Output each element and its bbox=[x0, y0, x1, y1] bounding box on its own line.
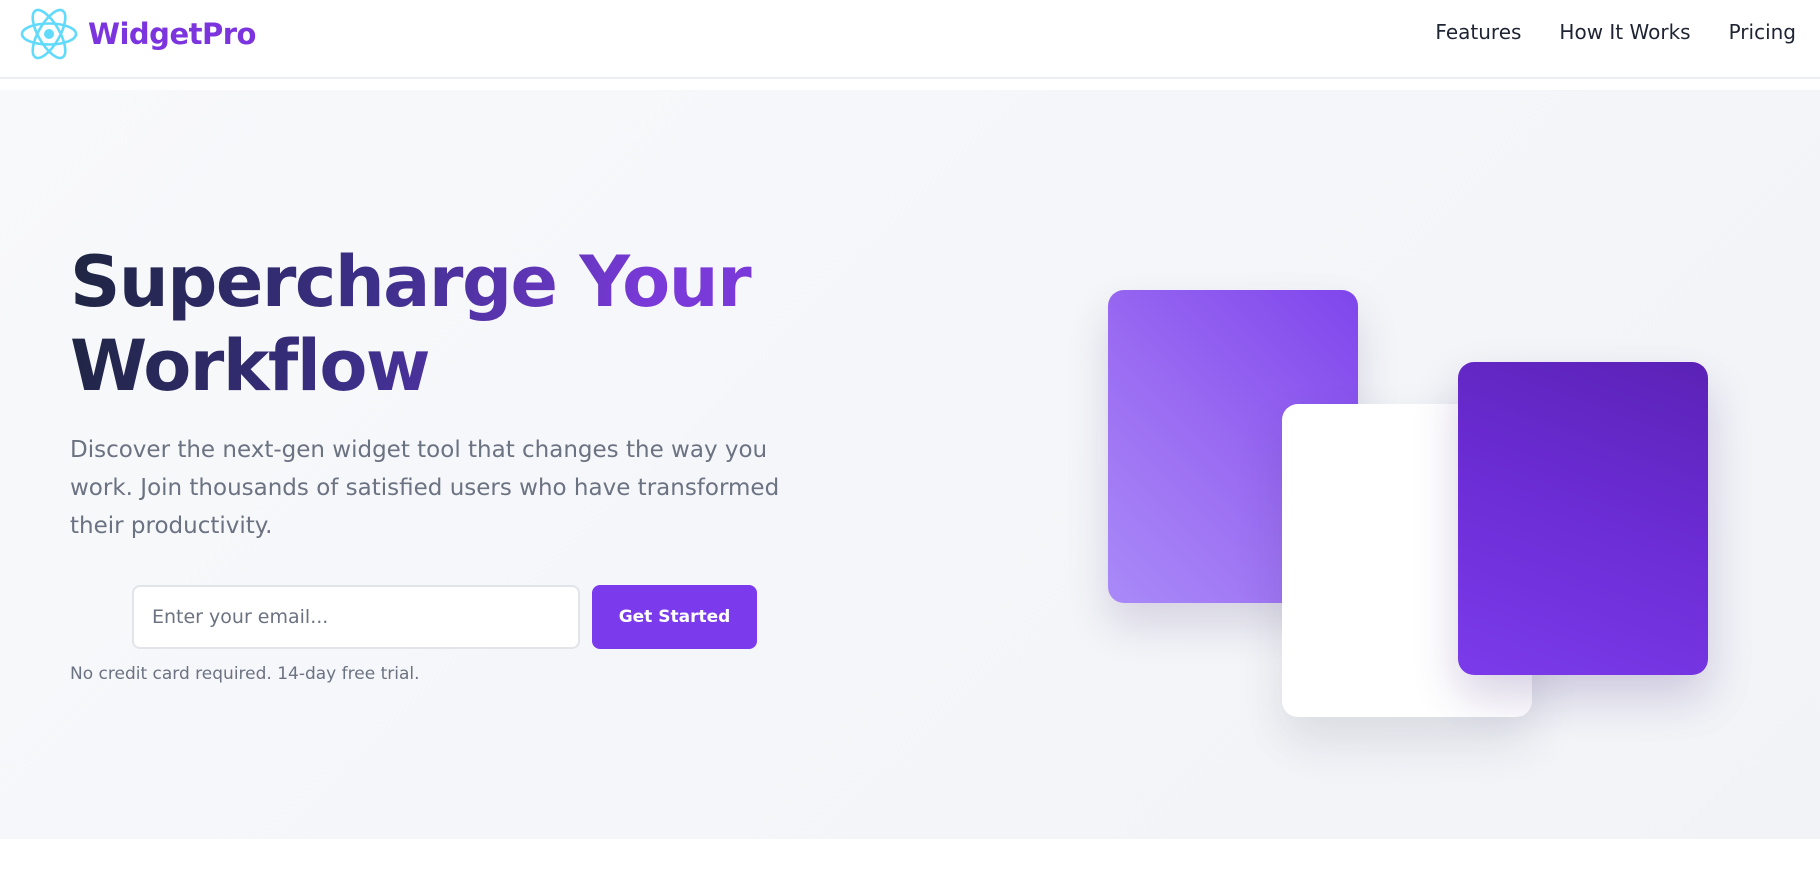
hero-section: Supercharge Your Workflow Discover the n… bbox=[0, 90, 1820, 839]
nav-links: Features How It Works Pricing bbox=[1435, 20, 1796, 44]
hero-description: Discover the next-gen widget tool that c… bbox=[70, 437, 780, 539]
nav-link-how-it-works[interactable]: How It Works bbox=[1559, 20, 1690, 44]
brand-name: WidgetPro bbox=[88, 17, 256, 51]
email-input[interactable] bbox=[132, 585, 580, 649]
hero-headline: Supercharge Your Workflow bbox=[70, 240, 830, 408]
nav-link-pricing[interactable]: Pricing bbox=[1729, 20, 1796, 44]
brand-logo-link[interactable]: WidgetPro bbox=[20, 8, 256, 60]
nav-link-features[interactable]: Features bbox=[1435, 20, 1521, 44]
trial-note: No credit card required. 14-day free tri… bbox=[70, 664, 420, 684]
top-navigation-bar: WidgetPro Features How It Works Pricing bbox=[0, 0, 1820, 79]
get-started-button[interactable]: Get Started bbox=[592, 585, 757, 649]
atom-icon bbox=[20, 8, 78, 60]
decorative-card-dark-purple bbox=[1458, 362, 1708, 675]
